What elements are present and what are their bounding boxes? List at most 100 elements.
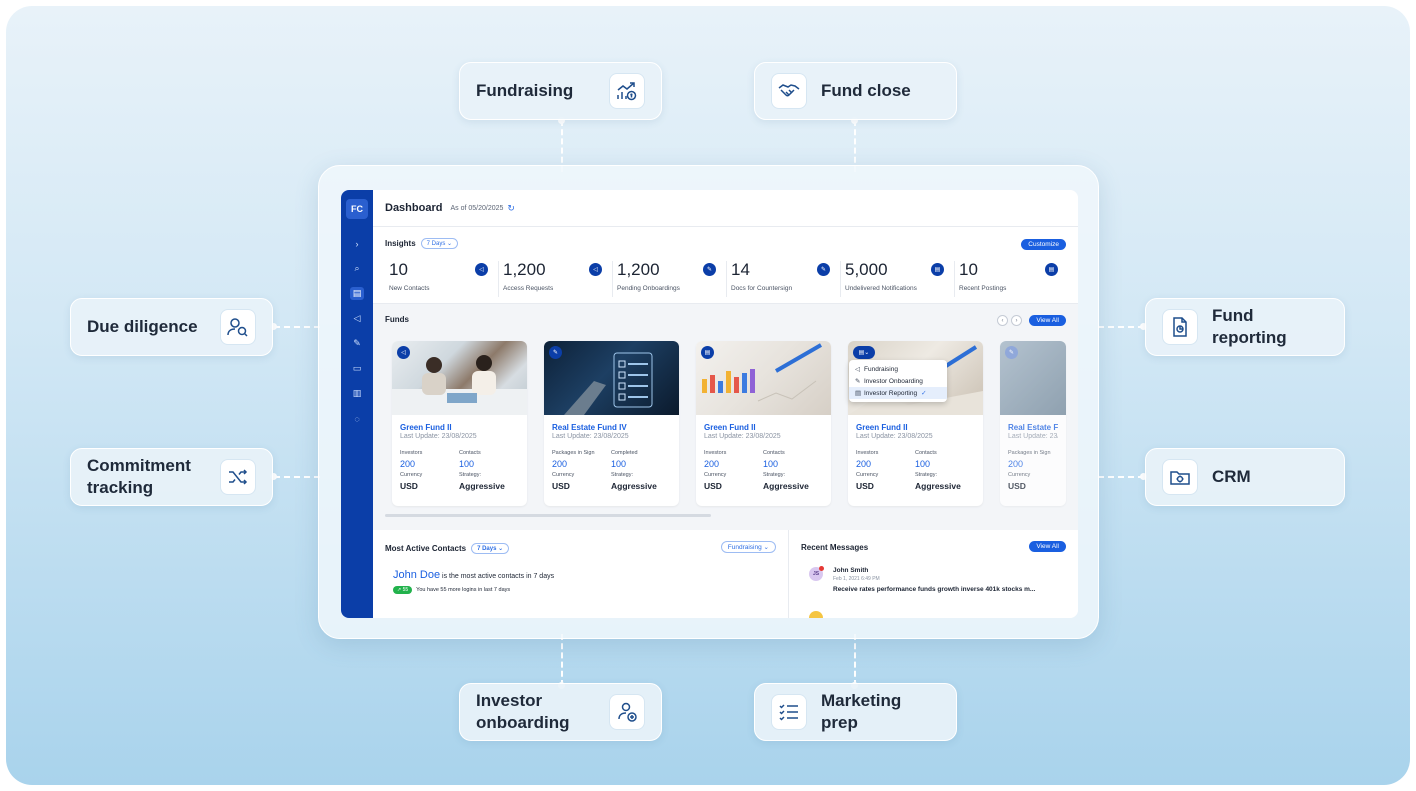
feature-commitment-tracking: Commitment tracking: [70, 448, 273, 506]
fund-value: 100: [763, 459, 779, 469]
logins-text: You have 55 more logins in last 7 days: [416, 587, 511, 593]
top-bar: Dashboard As of 05/20/2025 ↻: [373, 190, 1078, 227]
menu-item-investor-onboarding[interactable]: ✎ Investor Onboarding: [849, 375, 947, 387]
fund-value: USD: [400, 481, 418, 491]
fund-value: Aggressive: [459, 481, 505, 491]
fund-value: USD: [1008, 481, 1026, 491]
search-icon[interactable]: ⌕: [341, 256, 373, 281]
fund-value: 100: [459, 459, 475, 469]
as-of-date: As of 05/20/2025: [450, 204, 504, 212]
fund-value: USD: [856, 481, 874, 491]
document-dropdown-icon[interactable]: ▤⌄: [853, 346, 875, 359]
connector: [1098, 326, 1144, 328]
fund-type-menu: ◁ Fundraising ✎ Investor Onboarding ▤ Inves…: [849, 360, 947, 402]
fund-value: 200: [400, 459, 416, 469]
stat-recent-postings[interactable]: 10 Recent Postings ▤: [954, 261, 1068, 297]
fund-card[interactable]: ▤ Green Fund II Last Update: 23/08/2025 …: [696, 341, 831, 506]
fund-value: Aggressive: [763, 481, 809, 491]
feature-fund-reporting: Fund reporting: [1145, 298, 1345, 356]
dashboard-icon[interactable]: ▤: [341, 281, 373, 306]
edit-icon: ✎: [549, 346, 562, 359]
edit-icon[interactable]: ✎: [341, 331, 373, 356]
fund-card[interactable]: ✎ Real Estate Fund IV Last Update: 23/08…: [544, 341, 679, 506]
megaphone-icon[interactable]: ◁: [341, 306, 373, 331]
connector: [274, 326, 320, 328]
fund-value: 100: [611, 459, 627, 469]
filter-label: Fundraising: [727, 544, 762, 551]
feature-label-line: tracking: [87, 478, 154, 497]
document-icon: ▤: [855, 390, 862, 397]
prev-arrow-icon[interactable]: ‹: [997, 315, 1008, 326]
funds-section: Funds ‹ › View All ◁ Green Fund II Last …: [373, 304, 1078, 529]
next-arrow-icon[interactable]: ›: [1011, 315, 1022, 326]
bar-chart-icon[interactable]: ▥: [341, 381, 373, 406]
stat-undelivered-notifications[interactable]: 5,000 Undelivered Notifications ▤: [840, 261, 954, 297]
chat-icon[interactable]: ◌: [341, 406, 373, 431]
feature-due-diligence: Due diligence: [70, 298, 273, 356]
menu-item-fundraising[interactable]: ◁ Fundraising: [849, 363, 947, 375]
customize-button[interactable]: Customize: [1021, 239, 1066, 250]
fund-key: Investors: [704, 450, 727, 456]
feature-crm: CRM: [1145, 448, 1345, 506]
funds-view-all-button[interactable]: View All: [1029, 315, 1066, 326]
avatar: JS: [809, 566, 824, 581]
stat-docs-countersign[interactable]: 14 Docs for Countersign ✎: [726, 261, 840, 297]
logins-badge: ↗ 55: [393, 586, 413, 594]
feature-label-line: Investor: [476, 691, 543, 710]
refresh-icon[interactable]: ↻: [507, 203, 515, 214]
contacts-title: Most Active Contacts: [385, 544, 467, 553]
expand-icon[interactable]: ›: [341, 231, 373, 256]
message-sender: John Smith: [833, 567, 869, 574]
messages-view-all-button[interactable]: View All: [1029, 541, 1066, 552]
feature-label: Fund reporting: [1212, 306, 1287, 347]
contacts-range-select[interactable]: 7 Days ⌄: [471, 543, 510, 554]
document-icon[interactable]: ▭: [341, 356, 373, 381]
logins-summary: ↗ 55 You have 55 more logins in last 7 d…: [393, 586, 510, 594]
feature-fund-close: Fund close: [754, 62, 957, 120]
fund-key: Strategy:: [915, 472, 938, 478]
handshake-icon: [771, 73, 807, 109]
fund-key: Currency: [856, 472, 879, 478]
stat-label: Pending Onboardings: [617, 285, 680, 292]
stat-new-contacts[interactable]: 10 New Contacts ◁: [385, 261, 498, 297]
most-active-contacts-panel: Most Active Contacts 7 Days ⌄ Fundraisin…: [373, 530, 789, 618]
feature-label-line: Commitment: [87, 456, 191, 475]
menu-item-label: Fundraising: [864, 365, 898, 373]
horizontal-scrollbar[interactable]: [385, 514, 711, 517]
recent-messages-panel: Recent Messages View All JS John Smith F…: [789, 530, 1078, 618]
fund-updated: Last Update: 23/08/2025: [552, 433, 629, 440]
fund-key: Completed: [611, 450, 638, 456]
funds-carousel-arrows: ‹ ›: [997, 315, 1022, 326]
edit-icon: ✎: [1005, 346, 1018, 359]
insights-panel: Insights 7 Days ⌄ Customize 10 New Conta…: [373, 227, 1078, 304]
fund-value: 100: [915, 459, 931, 469]
connector: [561, 634, 563, 686]
feature-marketing-prep: Marketing prep: [754, 683, 957, 741]
document-icon: ▤: [701, 346, 714, 359]
avatar: [809, 611, 823, 618]
fund-name: Green Fund II: [856, 423, 908, 432]
feature-investor-onboarding: Investor onboarding: [459, 683, 662, 741]
fund-cards: ◁ Green Fund II Last Update: 23/08/2025 …: [392, 341, 1066, 506]
menu-item-investor-reporting[interactable]: ▤ Investor Reporting ✓: [849, 387, 947, 399]
connector: [854, 634, 856, 686]
menu-item-label: Investor Reporting: [864, 389, 918, 397]
fund-value: USD: [704, 481, 722, 491]
device-frame: FC › ⌕ ▤ ◁ ✎ ▭ ▥ ◌ Dashboard As of 05/20…: [318, 165, 1099, 639]
fund-updated: Last Update: 23/08/2025: [400, 433, 477, 440]
fund-card[interactable]: ◁ Green Fund II Last Update: 23/08/2025 …: [392, 341, 527, 506]
fund-updated: Last Update: 23/: [1008, 433, 1058, 440]
fund-key: Strategy:: [459, 472, 482, 478]
fund-key: Currency: [704, 472, 727, 478]
insights-range-select[interactable]: 7 Days ⌄: [420, 238, 459, 249]
feature-label: Fund close: [821, 81, 911, 100]
app-logo: FC: [346, 199, 368, 219]
stat-label: Undelivered Notifications: [845, 285, 917, 292]
contact-name-link[interactable]: John Doe: [393, 569, 440, 581]
stat-pending-onboardings[interactable]: 1,200 Pending Onboardings ✎: [612, 261, 726, 297]
stat-access-requests[interactable]: 1,200 Access Requests ◁: [498, 261, 612, 297]
folder-gear-icon: [1162, 459, 1198, 495]
contacts-filter-select[interactable]: Fundraising ⌄: [720, 541, 776, 553]
fund-card[interactable]: ✎ Real Estate Fu Last Update: 23/ Packag…: [1000, 341, 1066, 506]
dashboard-screen: FC › ⌕ ▤ ◁ ✎ ▭ ▥ ◌ Dashboard As of 05/20…: [341, 190, 1078, 618]
